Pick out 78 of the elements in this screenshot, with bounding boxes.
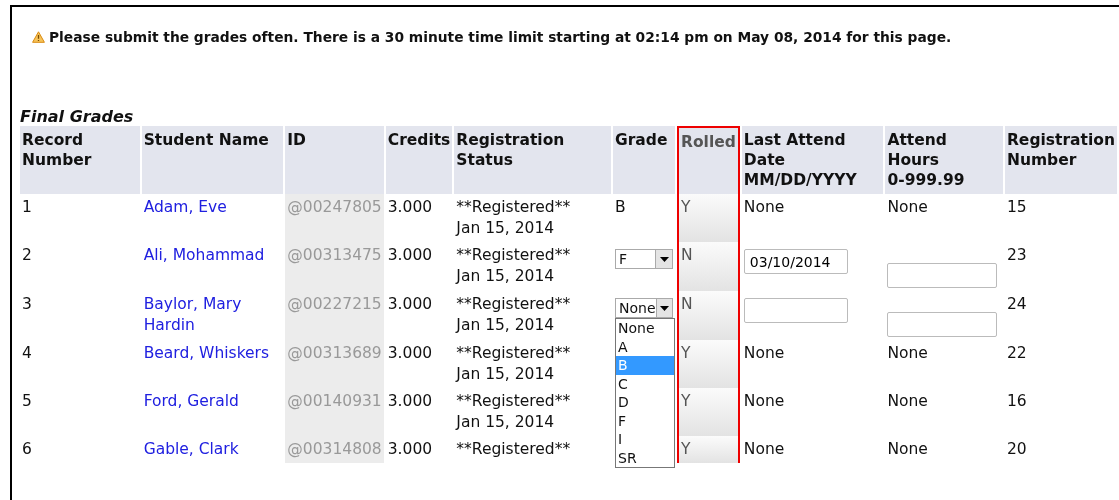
dropdown-option[interactable]: D — [616, 393, 674, 412]
table-cell-text: 2 — [21, 245, 33, 266]
table-cell: Y — [681, 440, 691, 458]
input-field[interactable] — [743, 298, 848, 323]
table-cell-text: 3.000 — [386, 391, 434, 412]
table-cell: B — [615, 198, 626, 216]
dropdown-option[interactable]: A — [616, 337, 674, 356]
table-cell: None — [887, 344, 928, 362]
table-cell-text: 3.000 — [386, 439, 434, 460]
student-link[interactable]: Adam, Eve — [143, 197, 282, 218]
table-cell-text: **Registered** Jan 15, 2014 — [454, 343, 572, 385]
table-cell-text: 3.000 — [386, 343, 434, 364]
table-cell: Y — [681, 198, 691, 216]
column-header: Rolled — [677, 126, 740, 194]
student-link[interactable]: Ford, Gerald — [143, 391, 282, 412]
table-cell: None — [743, 198, 785, 216]
table-cell: None — [743, 392, 785, 410]
dropdown-option[interactable]: SR — [616, 448, 674, 467]
table-cell: @00227215 — [285, 291, 384, 340]
input-field[interactable] — [887, 263, 998, 288]
table-cell-text: 3.000 — [386, 197, 434, 218]
table-cell: None — [887, 198, 928, 216]
table-cell: None — [887, 392, 928, 410]
column-header: Credits — [385, 126, 453, 194]
table-cell: N — [681, 295, 693, 313]
table-cell: @00313689 — [285, 340, 384, 388]
student-link[interactable]: Gable, Clark — [143, 439, 282, 460]
student-link[interactable]: Beard, Whiskers — [143, 343, 282, 364]
table-cell-text: 20 — [1005, 439, 1028, 460]
column-header: Grade — [613, 126, 675, 194]
column-header: ID — [285, 126, 384, 194]
table-cell: None — [743, 344, 785, 362]
table-cell: Y — [681, 344, 691, 362]
table-cell-text: 23 — [1005, 245, 1028, 266]
section-title: Final Grades — [20, 107, 134, 126]
table-cell-text: 5 — [21, 391, 33, 412]
dropdown-option[interactable]: C — [616, 374, 674, 393]
table-cell-text: 22 — [1005, 343, 1028, 364]
table-cell-text: 3.000 — [386, 294, 434, 315]
student-link[interactable]: Ali, Mohammad — [143, 245, 282, 266]
column-header: Record Number — [20, 126, 140, 194]
table-cell: N — [681, 246, 693, 264]
dropdown-option[interactable]: I — [616, 430, 674, 449]
student-link[interactable]: Baylor, Mary Hardin — [143, 294, 282, 336]
table-cell-text: 3.000 — [386, 245, 434, 266]
warning-icon — [32, 31, 45, 43]
table-cell-text: 24 — [1005, 294, 1028, 315]
dropdown-option[interactable]: F — [616, 411, 674, 430]
column-header: Last Attend Date MM/DD/YYYY — [741, 126, 884, 194]
table-cell-text: 1 — [21, 197, 33, 218]
notice-text: Please submit the grades often. There is a 30 minute time limit starting at 02:14 pm on May 08, 2014 for this page. — [49, 29, 952, 45]
table-cell-text: 6 — [21, 439, 33, 460]
table-cell: Y — [681, 392, 691, 410]
column-header: Registration Number — [1004, 126, 1117, 194]
column-header: Student Name — [141, 126, 284, 194]
grade-dropdown[interactable]: F — [615, 249, 673, 269]
column-header: Attend Hours 0-999.99 — [885, 126, 1003, 194]
table-cell: @00247805 — [285, 194, 384, 242]
table-cell-text: 16 — [1005, 391, 1028, 412]
dropdown-option[interactable]: None — [616, 319, 674, 338]
table-cell: @00314808 — [285, 436, 384, 463]
table-cell: None — [887, 440, 928, 458]
caret-icon — [659, 305, 669, 311]
table-cell: @00313475 — [285, 242, 384, 291]
table-cell-text: **Registered** Jan 15, 2014 — [454, 391, 572, 433]
table-cell-text: **Registered** — [455, 439, 572, 460]
column-header: Registration Status — [454, 126, 611, 194]
table-cell-text: 3 — [21, 294, 33, 315]
table-cell: @00140931 — [285, 388, 384, 436]
input-field[interactable]: 03/10/2014 — [743, 249, 848, 274]
caret-icon — [659, 256, 669, 262]
table-cell-text: **Registered** Jan 15, 2014 — [454, 245, 572, 287]
table-cell-text: **Registered** Jan 15, 2014 — [454, 294, 572, 336]
table-cell: None — [743, 440, 785, 458]
table-cell-text: 4 — [21, 343, 33, 364]
input-field[interactable] — [887, 312, 998, 337]
table-cell-text: **Registered** Jan 15, 2014 — [454, 197, 572, 239]
table-cell-text: 15 — [1005, 197, 1028, 218]
